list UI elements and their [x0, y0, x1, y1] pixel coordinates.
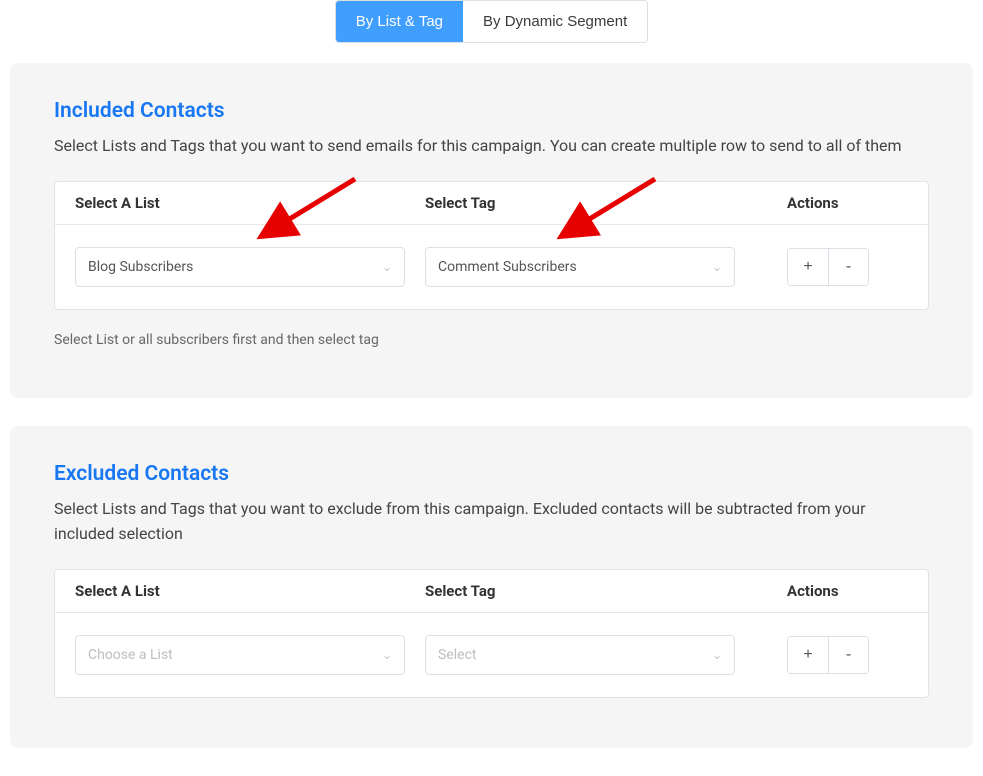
included-list-select[interactable]: Blog Subscribers ⌄	[75, 247, 405, 287]
excluded-list-placeholder: Choose a List	[88, 647, 173, 663]
included-table-header: Select A List Select Tag Actions	[55, 182, 928, 225]
included-title: Included Contacts	[54, 99, 929, 123]
excluded-list-select[interactable]: Choose a List ⌄	[75, 635, 405, 675]
excluded-table: Select A List Select Tag Actions Choose …	[54, 569, 929, 698]
tab-by-list-tag[interactable]: By List & Tag	[336, 1, 463, 42]
included-panel: Included Contacts Select Lists and Tags …	[10, 63, 973, 398]
add-row-button[interactable]: +	[788, 249, 828, 285]
chevron-down-icon: ⌄	[382, 648, 392, 662]
included-tag-select[interactable]: Comment Subscribers ⌄	[425, 247, 735, 287]
included-action-buttons: + -	[787, 248, 869, 286]
chevron-down-icon: ⌄	[712, 648, 722, 662]
tab-container: By List & Tag By Dynamic Segment	[0, 0, 983, 63]
tab-group: By List & Tag By Dynamic Segment	[335, 0, 649, 43]
excluded-panel: Excluded Contacts Select Lists and Tags …	[10, 426, 973, 748]
included-description: Select Lists and Tags that you want to s…	[54, 133, 929, 159]
header-select-list: Select A List	[75, 194, 425, 212]
included-list-value: Blog Subscribers	[88, 259, 193, 275]
remove-row-button[interactable]: -	[828, 249, 868, 285]
header-select-tag: Select Tag	[425, 194, 755, 212]
excluded-title: Excluded Contacts	[54, 462, 929, 486]
chevron-down-icon: ⌄	[382, 260, 392, 274]
excluded-description: Select Lists and Tags that you want to e…	[54, 496, 929, 547]
excluded-tag-select[interactable]: Select ⌄	[425, 635, 735, 675]
included-tag-value: Comment Subscribers	[438, 259, 577, 275]
header-actions: Actions	[755, 582, 908, 600]
excluded-row: Choose a List ⌄ Select ⌄ + -	[55, 613, 928, 697]
add-row-button[interactable]: +	[788, 637, 828, 673]
tab-by-dynamic-segment[interactable]: By Dynamic Segment	[463, 1, 647, 42]
excluded-tag-placeholder: Select	[438, 647, 476, 663]
excluded-action-buttons: + -	[787, 636, 869, 674]
chevron-down-icon: ⌄	[712, 260, 722, 274]
header-select-tag: Select Tag	[425, 582, 755, 600]
header-select-list: Select A List	[75, 582, 425, 600]
remove-row-button[interactable]: -	[828, 637, 868, 673]
excluded-table-header: Select A List Select Tag Actions	[55, 570, 928, 613]
header-actions: Actions	[755, 194, 908, 212]
included-hint: Select List or all subscribers first and…	[54, 332, 929, 348]
included-row: Blog Subscribers ⌄ Comment Subscribers ⌄…	[55, 225, 928, 309]
included-table: Select A List Select Tag Actions Blog Su…	[54, 181, 929, 310]
